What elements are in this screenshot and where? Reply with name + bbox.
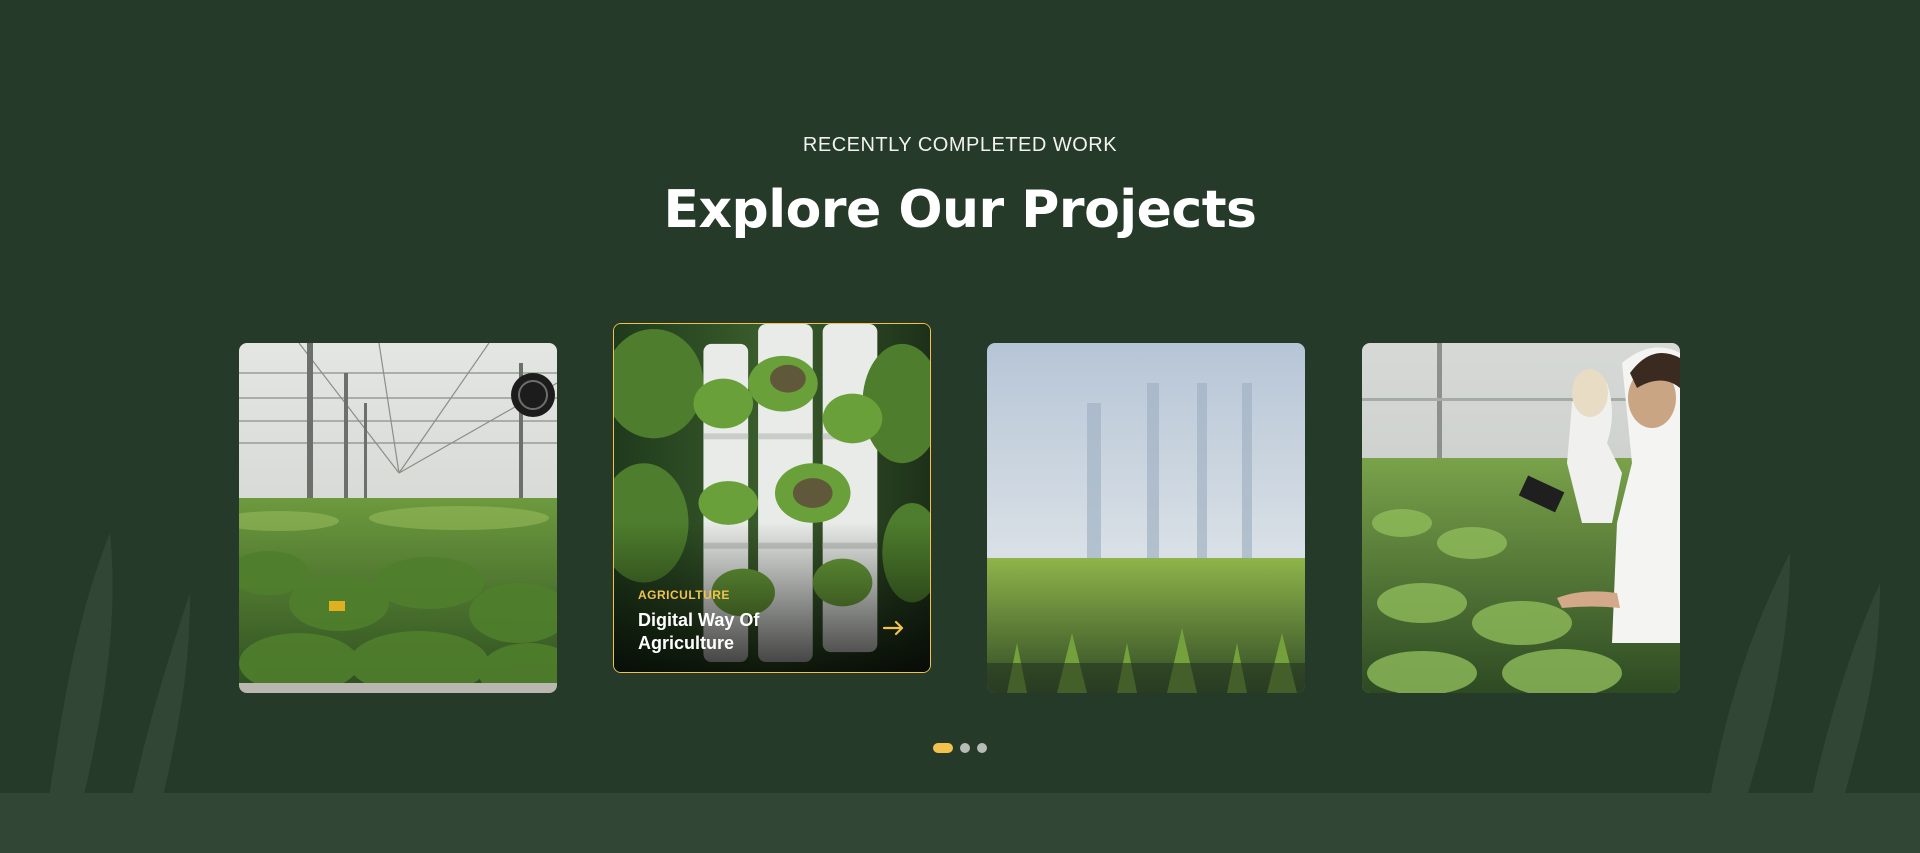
- arrow-right-icon[interactable]: [882, 620, 906, 636]
- greenhouse-broccoli-image: [239, 343, 557, 693]
- project-card[interactable]: [987, 343, 1305, 693]
- card-title[interactable]: Digital Way Of Agriculture: [638, 609, 838, 655]
- blurred-greenhouse-image: [987, 343, 1305, 693]
- project-card[interactable]: [1362, 343, 1680, 693]
- carousel-pagination: [0, 743, 1920, 753]
- project-card-active[interactable]: Agriculture Digital Way Of Agriculture: [613, 323, 931, 673]
- projects-section: RECENTLY COMPLETED WORK Explore Our Proj…: [0, 0, 1920, 853]
- card-category: Agriculture: [638, 588, 730, 602]
- section-heading: Explore Our Projects: [663, 180, 1257, 240]
- scientists-inspecting-plants-image: [1362, 343, 1680, 693]
- pagination-dot-2[interactable]: [960, 743, 970, 753]
- pagination-dot-1[interactable]: [933, 743, 953, 753]
- section-eyebrow: RECENTLY COMPLETED WORK: [802, 134, 1118, 156]
- pagination-dot-3[interactable]: [977, 743, 987, 753]
- project-card[interactable]: [239, 343, 557, 693]
